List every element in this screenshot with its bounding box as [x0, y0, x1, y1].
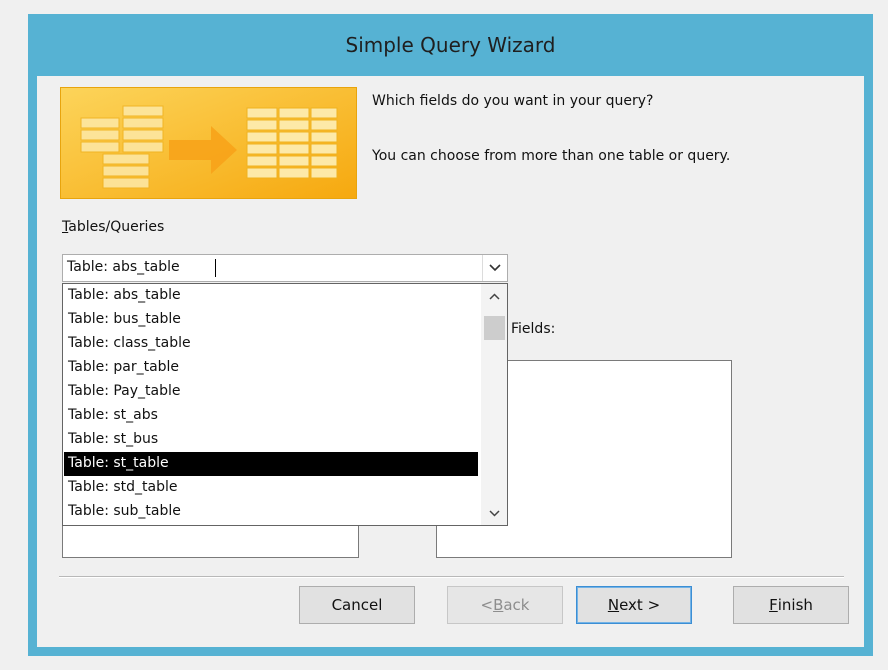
- dropdown-option[interactable]: Table: par_table: [64, 356, 478, 380]
- next-button[interactable]: Next >: [576, 586, 692, 624]
- back-button[interactable]: < Back: [447, 586, 563, 624]
- dropdown-scrollbar[interactable]: [481, 284, 507, 525]
- dropdown-option[interactable]: Table: bus_table: [64, 308, 478, 332]
- text-caret: [215, 259, 216, 277]
- cancel-button[interactable]: Cancel: [299, 586, 415, 624]
- tables-queries-dropdown[interactable]: Table: abs_table Table: bus_table Table:…: [62, 283, 508, 526]
- dropdown-option[interactable]: Table: Pay_table: [64, 380, 478, 404]
- dropdown-option[interactable]: Table: sub_table: [64, 500, 478, 524]
- scroll-up-icon[interactable]: [481, 284, 507, 308]
- back-button-mnemonic: B: [493, 596, 504, 614]
- back-button-label: ack: [503, 596, 530, 614]
- dropdown-option-selected[interactable]: Table: st_table: [64, 452, 478, 476]
- finish-button[interactable]: Finish: [733, 586, 849, 624]
- chevron-down-icon[interactable]: [482, 255, 507, 281]
- tables-queries-label-text: ables/Queries: [68, 219, 165, 235]
- finish-button-mnemonic: F: [769, 596, 778, 614]
- window-title: Simple Query Wizard: [345, 33, 556, 57]
- wizard-illustration: [60, 87, 357, 199]
- tables-queries-combobox[interactable]: Table: abs_table: [62, 254, 508, 282]
- scroll-down-icon[interactable]: [481, 501, 507, 525]
- prompt-hint: You can choose from more than one table …: [372, 148, 731, 164]
- next-button-label: ext >: [619, 596, 661, 614]
- dropdown-option[interactable]: Table: abs_table: [64, 284, 478, 308]
- selected-fields-label: Fields:: [511, 321, 556, 337]
- tables-queries-label: Tables/Queries: [62, 219, 164, 235]
- next-button-mnemonic: N: [607, 596, 620, 614]
- table-to-query-icon: [61, 88, 356, 198]
- button-separator: [59, 576, 844, 578]
- wizard-window: Simple Query Wizard Which fields do you …: [28, 14, 873, 656]
- back-button-prefix: <: [480, 596, 494, 614]
- dropdown-option[interactable]: Table: st_abs: [64, 404, 478, 428]
- prompt-question: Which fields do you want in your query?: [372, 93, 654, 109]
- dropdown-option[interactable]: Table: st_bus: [64, 428, 478, 452]
- dropdown-option[interactable]: Table: class_table: [64, 332, 478, 356]
- finish-button-label: inish: [777, 596, 813, 614]
- wizard-client-area: Which fields do you want in your query? …: [37, 76, 864, 647]
- scrollbar-thumb[interactable]: [484, 316, 505, 340]
- dropdown-option[interactable]: Table: std_table: [64, 476, 478, 500]
- tables-queries-value[interactable]: Table: abs_table: [67, 259, 180, 275]
